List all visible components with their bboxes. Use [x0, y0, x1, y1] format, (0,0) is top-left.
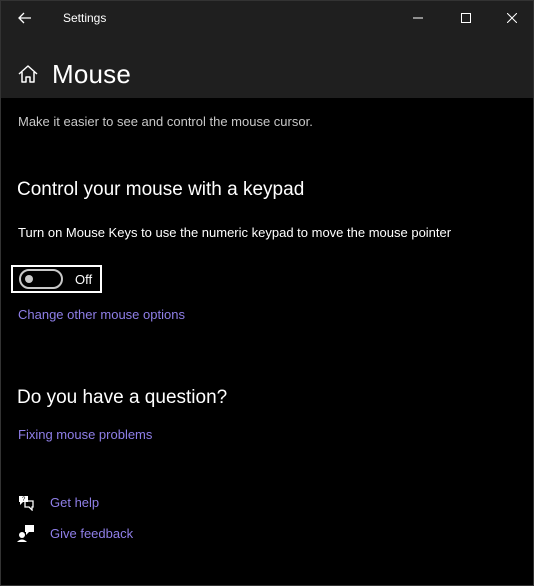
- home-icon[interactable]: [17, 63, 39, 85]
- keypad-section-title: Control your mouse with a keypad: [17, 179, 305, 200]
- fixing-mouse-problems-link[interactable]: Fixing mouse problems: [18, 427, 152, 442]
- give-feedback-icon: [17, 525, 34, 542]
- back-arrow-icon: [18, 12, 31, 24]
- mouse-keys-toggle-label: Turn on Mouse Keys to use the numeric ke…: [18, 225, 452, 240]
- page-header: Mouse: [1, 35, 533, 98]
- give-feedback-row[interactable]: Give feedback: [17, 524, 133, 542]
- maximize-icon: [461, 13, 471, 23]
- get-help-link[interactable]: Get help: [50, 495, 99, 510]
- back-button[interactable]: [13, 7, 37, 29]
- mouse-keys-toggle[interactable]: Off: [11, 265, 102, 293]
- minimize-icon: [413, 17, 423, 19]
- close-icon: [507, 13, 517, 23]
- close-button[interactable]: [489, 1, 534, 35]
- get-help-icon: ?: [19, 496, 34, 511]
- toggle-knob: [25, 275, 33, 283]
- window-title: Settings: [63, 11, 107, 25]
- minimize-button[interactable]: [395, 1, 441, 35]
- give-feedback-link[interactable]: Give feedback: [50, 526, 133, 541]
- get-help-row[interactable]: ? Get help: [17, 493, 99, 511]
- question-section-title: Do you have a question?: [17, 387, 228, 408]
- title-bar: Settings: [1, 1, 533, 35]
- toggle-track[interactable]: [19, 269, 63, 289]
- page-title: Mouse: [52, 59, 132, 89]
- settings-window: Settings Mouse Make it easier to see and…: [0, 0, 534, 586]
- page-description: Make it easier to see and control the mo…: [18, 114, 313, 129]
- change-other-mouse-options-link[interactable]: Change other mouse options: [18, 307, 185, 322]
- maximize-button[interactable]: [443, 1, 489, 35]
- toggle-state-label: Off: [75, 271, 93, 287]
